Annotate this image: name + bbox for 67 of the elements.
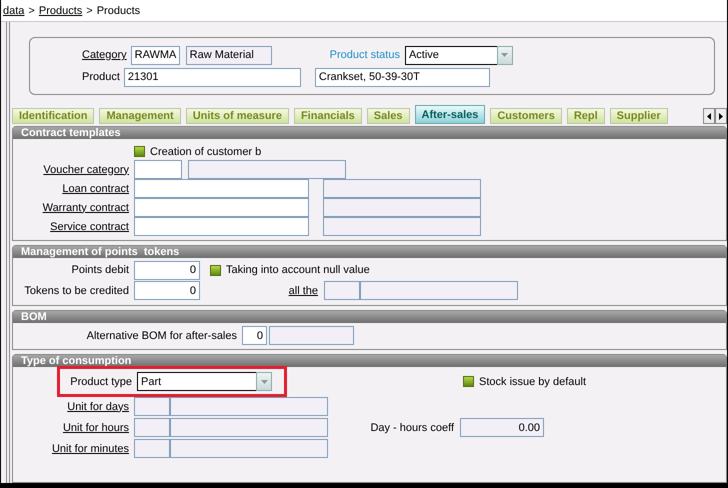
dropdown-field[interactable]: Active	[404, 46, 497, 64]
readonly-field[interactable]: 0.00	[460, 418, 544, 437]
left-arrow-icon	[707, 112, 711, 120]
readonly-field[interactable]	[188, 160, 346, 179]
field-label: Product type	[69, 376, 132, 388]
readonly-field[interactable]	[323, 198, 481, 217]
readonly-field[interactable]	[360, 281, 518, 300]
dropdown-field[interactable]: Part	[137, 372, 256, 391]
checkbox[interactable]	[463, 376, 474, 387]
readonly-field[interactable]	[134, 397, 170, 416]
section-header: Contract templates	[13, 127, 726, 139]
tab[interactable]: After-sales	[414, 105, 486, 124]
caret-icon	[260, 380, 268, 384]
input-field[interactable]	[134, 160, 182, 179]
field-label[interactable]: Warranty contract	[13, 202, 129, 214]
dropdown-button[interactable]	[496, 46, 513, 64]
breadcrumb-text: >	[86, 4, 93, 16]
field-label[interactable]: Loan contract	[13, 182, 129, 194]
breadcrumb-link[interactable]: Products	[38, 4, 82, 16]
readonly-field[interactable]	[134, 439, 170, 458]
input-field[interactable]: 0	[242, 326, 267, 345]
checkbox-label: Creation of customer b	[150, 146, 262, 158]
field-label[interactable]: Unit for days	[13, 400, 129, 412]
readonly-field[interactable]: Raw Material	[186, 46, 272, 64]
input-field[interactable]	[134, 198, 309, 217]
field-label: Product	[82, 71, 120, 83]
scroll-left-button[interactable]	[703, 108, 715, 124]
section-header: Management of points tokens	[13, 246, 726, 258]
breadcrumb-text: Products	[96, 4, 140, 16]
input-field[interactable]	[134, 179, 309, 198]
readonly-field[interactable]	[170, 439, 328, 458]
section-header: BOM	[13, 311, 726, 323]
field-label: Tokens to be credited	[23, 284, 129, 297]
breadcrumb-text: >	[28, 4, 35, 16]
checkbox[interactable]	[210, 264, 221, 276]
field-label[interactable]: Voucher category	[13, 164, 129, 176]
field-label[interactable]: all the	[288, 284, 318, 297]
input-field[interactable]: 0	[134, 260, 200, 280]
scroll-right-button[interactable]	[715, 108, 727, 124]
field-label: Day - hours coeff	[369, 422, 454, 434]
dropdown-button[interactable]	[256, 372, 272, 391]
readonly-field[interactable]	[323, 217, 481, 236]
readonly-field[interactable]	[170, 397, 328, 416]
input-field[interactable]	[134, 217, 309, 236]
input-field[interactable]: 21301	[124, 68, 301, 86]
field-label[interactable]: Service contract	[13, 220, 129, 232]
section-header: Type of consumption	[13, 355, 726, 367]
readonly-field[interactable]	[324, 281, 360, 300]
field-label: Alternative BOM for after-sales	[86, 330, 237, 342]
caret-icon	[501, 53, 508, 57]
readonly-field[interactable]	[134, 418, 170, 437]
readonly-field[interactable]	[323, 179, 481, 198]
readonly-field[interactable]	[170, 418, 328, 437]
input-field[interactable]: RAWMA	[130, 46, 180, 64]
input-field[interactable]: 0	[134, 281, 200, 300]
checkbox-label: Stock issue by default	[479, 376, 586, 388]
right-arrow-icon	[719, 112, 723, 120]
input-field[interactable]: Crankset, 50-39-30T	[314, 68, 490, 86]
field-label: Product status	[330, 49, 400, 61]
field-label: Points debit	[70, 264, 129, 276]
checkbox[interactable]	[134, 146, 145, 157]
field-label[interactable]: Unit for minutes	[13, 442, 129, 454]
breadcrumb-link[interactable]: data	[3, 4, 24, 16]
field-label[interactable]: Category	[82, 49, 127, 61]
checkbox-label: Taking into account null value	[226, 264, 370, 276]
readonly-field[interactable]	[269, 326, 354, 345]
field-label[interactable]: Unit for hours	[13, 422, 129, 434]
